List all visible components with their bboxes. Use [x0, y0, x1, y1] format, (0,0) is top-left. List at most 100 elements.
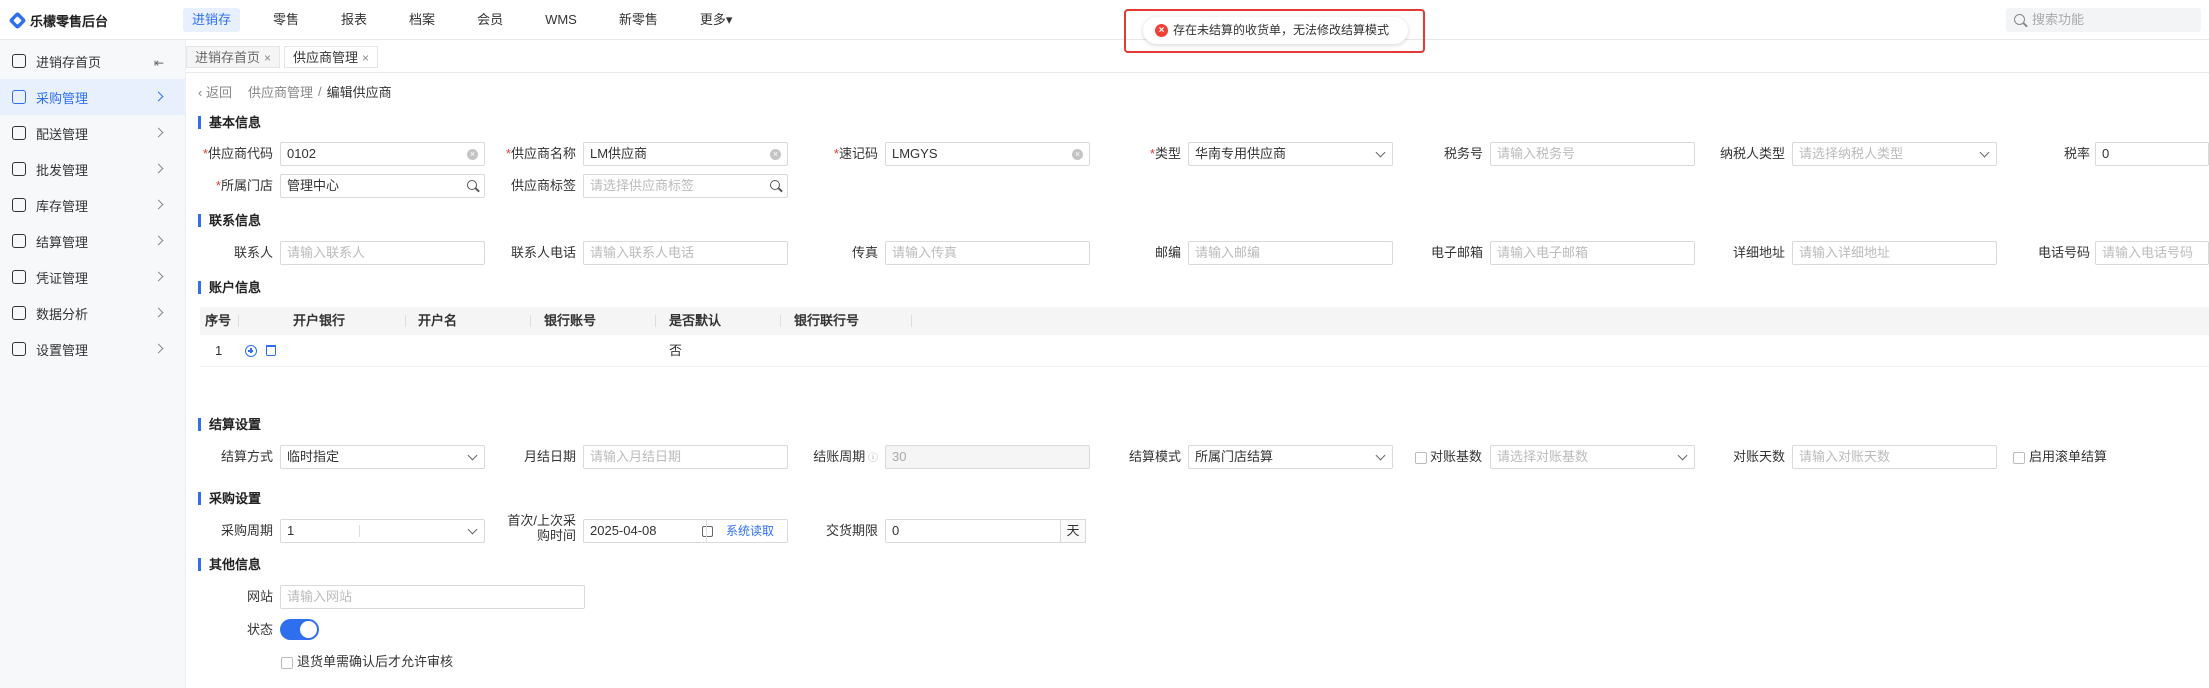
topnav-wms[interactable]: WMS — [536, 8, 586, 32]
sidebar-item-settlement[interactable]: 结算管理 — [0, 223, 186, 259]
taxpayer-type-select[interactable]: 请选择纳税人类型 — [1792, 142, 1997, 166]
website-input[interactable]: 请输入网站 — [280, 585, 585, 609]
tab-inventory-home[interactable]: 进销存首页 × — [186, 46, 281, 68]
add-row-icon[interactable] — [245, 345, 257, 357]
topnav-inventory[interactable]: 进销存 — [183, 8, 241, 32]
sidebar-item-delivery[interactable]: 配送管理 — [0, 115, 186, 151]
sidebar-item-stock[interactable]: 库存管理 — [0, 187, 186, 223]
column-divider — [405, 315, 406, 327]
sidebar-item-label: 数据分析 — [36, 306, 89, 322]
chevron-right-icon — [153, 271, 164, 282]
address-input[interactable]: 请输入详细地址 — [1792, 241, 1997, 265]
topnav-new-retail[interactable]: 新零售 — [610, 8, 667, 32]
sidebar-item-voucher[interactable]: 凭证管理 — [0, 259, 186, 295]
purchase-date-input[interactable]: 2025-04-08 系统读取 — [583, 519, 788, 543]
sidebar-item-purchase[interactable]: 采购管理 — [0, 79, 186, 115]
settle-cycle-label: 结账周期 ⓘ — [813, 449, 878, 464]
settlement-method-select[interactable]: 临时指定 — [280, 445, 485, 469]
topnav-more[interactable]: 更多▾ — [691, 8, 742, 32]
sidebar-item-settings[interactable]: 设置管理 — [0, 331, 186, 367]
chevron-right-icon — [153, 199, 164, 210]
top-bar: 乐檬零售后台 进销存 零售 报表 档案 会员 WMS 新零售 更多▾ 搜索功能 — [0, 0, 2209, 40]
breadcrumb-parent[interactable]: 供应商管理 — [248, 82, 313, 101]
purchase-period-label: 采购周期 — [220, 523, 273, 538]
col-account-no: 银行账号 — [544, 313, 597, 328]
reconcile-base-select[interactable]: 请选择对账基数 — [1490, 445, 1695, 469]
contact-phone-input[interactable]: 请输入联系人电话 — [583, 241, 788, 265]
website-label: 网站 — [246, 589, 273, 604]
chevron-down-icon — [1979, 147, 1990, 158]
section-title-account: 账户信息 — [198, 281, 261, 294]
delete-row-icon[interactable] — [266, 345, 276, 356]
taxpayer-type-label: 纳税人类型 — [1719, 146, 1785, 161]
sidebar-item-wholesale[interactable]: 批发管理 — [0, 151, 186, 187]
phone-input[interactable]: 请输入电话号码 — [2095, 241, 2209, 265]
column-divider — [530, 315, 531, 327]
close-icon[interactable]: × — [362, 51, 369, 65]
col-account-name: 开户名 — [418, 313, 458, 328]
collapse-sidebar-icon[interactable]: ⇤ — [154, 56, 164, 70]
analytics-icon — [12, 306, 26, 320]
purchase-period-select[interactable]: 1 — [280, 519, 485, 543]
phone-label: 电话号码 — [2037, 245, 2090, 260]
sidebar-item-inventory-home[interactable]: 进销存首页 ⇤ — [0, 43, 186, 79]
supplier-name-input[interactable]: LM供应商 × — [583, 142, 788, 166]
brand-logo[interactable]: 乐檬零售后台 — [8, 11, 109, 30]
info-icon: ⓘ — [865, 453, 878, 464]
divider — [186, 72, 2209, 73]
chevron-down-icon — [1677, 450, 1688, 461]
account-table-header: 序号 开户银行 开户名 银行账号 是否默认 银行联行号 — [200, 307, 2209, 335]
tax-no-input[interactable]: 请输入税务号 — [1490, 142, 1695, 166]
function-search-input[interactable]: 搜索功能 — [2006, 8, 2201, 32]
topnav-archives[interactable]: 档案 — [400, 8, 444, 32]
supplier-tags-label: 供应商标签 — [510, 178, 576, 193]
brand-name: 乐檬零售后台 — [30, 14, 109, 29]
topnav-reports[interactable]: 报表 — [332, 8, 376, 32]
postcode-input[interactable]: 请输入邮编 — [1188, 241, 1393, 265]
supplier-code-input[interactable]: 0102 × — [280, 142, 485, 166]
fax-input[interactable]: 请输入传真 — [885, 241, 1090, 265]
calendar-icon — [702, 526, 713, 537]
type-select[interactable]: 华南专用供应商 — [1188, 142, 1393, 166]
topnav-members[interactable]: 会员 — [468, 8, 512, 32]
first-purchase-time-label: 首次/上次采 购时间 — [507, 513, 576, 543]
section-title-settlement: 结算设置 — [198, 418, 261, 431]
back-button[interactable]: ‹ 返回 — [198, 82, 232, 101]
row-default: 否 — [669, 343, 683, 358]
reconcile-days-input[interactable]: 请输入对账天数 — [1792, 445, 1997, 469]
sidebar-item-analytics[interactable]: 数据分析 — [0, 295, 186, 331]
chevron-right-icon — [153, 343, 164, 354]
section-title-purchase: 采购设置 — [198, 492, 261, 505]
settlement-mode-label: 结算模式 — [1128, 449, 1181, 464]
tab-supplier-management[interactable]: 供应商管理 × — [284, 46, 379, 68]
topnav-retail[interactable]: 零售 — [264, 8, 308, 32]
page-tabs: 进销存首页 × 供应商管理 × — [186, 46, 382, 70]
error-icon: × — [1155, 24, 1168, 37]
divider — [200, 366, 2209, 367]
chevron-right-icon — [153, 235, 164, 246]
mnemonic-label: *速记码 — [833, 146, 878, 161]
supplier-tags-input[interactable]: 请选择供应商标签 — [583, 174, 788, 198]
clear-icon: × — [1072, 149, 1083, 160]
settlement-mode-select[interactable]: 所属门店结算 — [1188, 445, 1393, 469]
chevron-down-icon — [467, 524, 478, 535]
lead-time-input[interactable]: 0 — [885, 519, 1061, 543]
settlement-method-label: 结算方式 — [220, 449, 273, 464]
return-check-checkbox[interactable] — [281, 657, 293, 669]
status-toggle[interactable] — [280, 619, 319, 640]
reconcile-base-checkbox[interactable] — [1415, 452, 1427, 464]
chevron-down-icon — [467, 450, 478, 461]
chevron-down-icon — [1375, 147, 1386, 158]
fax-label: 传真 — [851, 245, 878, 260]
store-input[interactable]: 管理中心 — [280, 174, 485, 198]
contact-person-input[interactable]: 请输入联系人 — [280, 241, 485, 265]
close-icon[interactable]: × — [264, 51, 271, 65]
tax-rate-input[interactable]: 0 — [2095, 142, 2209, 166]
sidebar-item-label: 配送管理 — [36, 126, 89, 142]
mnemonic-input[interactable]: LMGYS × — [885, 142, 1090, 166]
column-divider — [911, 315, 912, 327]
rolling-settlement-checkbox[interactable] — [2013, 452, 2025, 464]
email-input[interactable]: 请输入电子邮箱 — [1490, 241, 1695, 265]
month-day-input[interactable]: 请输入月结日期 — [583, 445, 788, 469]
settlement-icon — [12, 234, 26, 248]
